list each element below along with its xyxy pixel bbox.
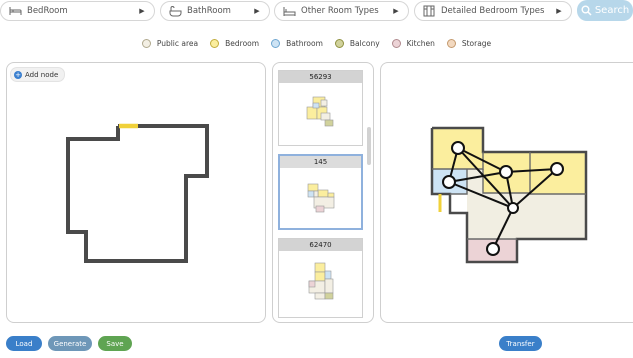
graph-node-public-area[interactable] — [507, 202, 519, 214]
graph-node-bedroom[interactable] — [550, 162, 564, 176]
graph-node-bathroom[interactable] — [442, 175, 456, 189]
graph-node-bedroom[interactable] — [451, 141, 465, 155]
load-button[interactable]: Load — [6, 336, 42, 351]
layout-graph-canvas — [430, 126, 588, 264]
transfer-button[interactable]: Transfer — [499, 336, 542, 351]
graph-node-kitchen[interactable] — [486, 242, 500, 256]
graph-node-bedroom[interactable] — [499, 165, 513, 179]
generate-button[interactable]: Generate — [48, 336, 92, 351]
save-button[interactable]: Save — [98, 336, 132, 351]
room-public-area[interactable] — [467, 193, 586, 239]
